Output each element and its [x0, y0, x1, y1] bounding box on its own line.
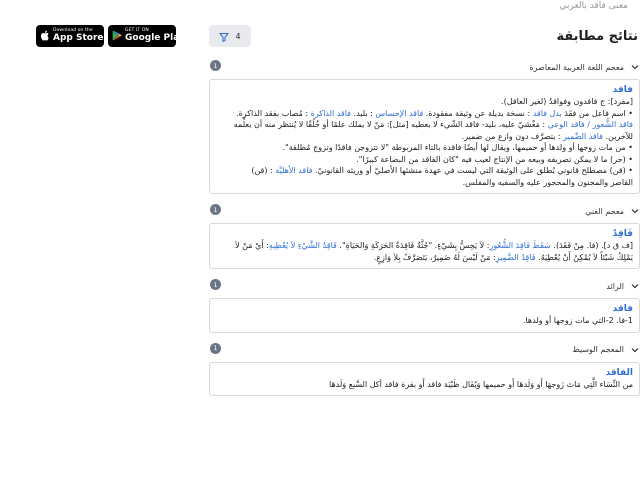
- section-toggle[interactable]: الرائد 1: [209, 278, 640, 294]
- related-term-link[interactable]: فَاقِدُ الشَّيْءِ لاَ يُعْطِيهِ: [269, 241, 337, 250]
- chevron-down-icon: [631, 209, 639, 214]
- filter-count: 4: [235, 31, 241, 41]
- google-play-icon: [112, 30, 122, 43]
- definition-line: القاصر والمجنون والمحجور عليه والسفيه وا…: [462, 177, 633, 187]
- apple-icon: [40, 30, 50, 43]
- definition-line: [ف ق د]. (فا. مِنْ فَقَدَ). سَقَطَ فَاقِ…: [235, 241, 633, 250]
- definition-text: [مفرد]: ج فاقدون وفواقدُ (لغير العاقل). •…: [216, 96, 633, 188]
- definition-line: [مفرد]: ج فاقدون وفواقدُ (لغير العاقل).: [501, 97, 633, 106]
- filter-button[interactable]: 4: [209, 25, 251, 47]
- related-term-link[interactable]: فَاقِدُ الضَّمِيرِ: [496, 253, 536, 262]
- related-term-link[interactable]: فاقد الإحساس: [375, 109, 423, 118]
- definition-text: من النِّسَاء الَّتِي مَاتَ زَوجهَا أَو و…: [216, 379, 633, 391]
- definition-line: فاقد الشُّعور / فاقد الوعي : مَغْشيّ علي…: [233, 120, 633, 129]
- section-title: معجم اللغة العربية المعاصرة: [529, 62, 624, 72]
- chevron-down-icon: [631, 284, 639, 289]
- search-hint-text: معنى فاقد بالعربي: [559, 1, 628, 11]
- page-title: نتائج مطابقة: [556, 28, 638, 44]
- related-term-link[interactable]: فاقد الضَّمير: [563, 132, 603, 141]
- entry-word: الفاقد: [605, 367, 633, 378]
- result-count-badge: 1: [210, 279, 221, 290]
- definition-card: فاقد 1-فا. 2-التي مات زوجها أو ولدها.: [209, 298, 640, 333]
- chevron-down-icon: [631, 65, 639, 70]
- app-store-badges: Download on the App Store GET IT ON Goog…: [36, 25, 185, 47]
- related-term-link[interactable]: سَقَطَ فَاقِدَ الشُّعُورِ: [489, 241, 550, 250]
- definition-line: 1-فا. 2-التي مات زوجها أو ولدها.: [522, 316, 633, 325]
- google-play-label: Google Play: [125, 33, 185, 44]
- definition-card: فاقد [مفرد]: ج فاقدون وفواقدُ (لغير العا…: [209, 79, 640, 194]
- definition-text: 1-فا. 2-التي مات زوجها أو ولدها.: [216, 315, 633, 327]
- definition-line: • اسم فاعل من فقَدَ بدل فاقد : نسخة بديل…: [236, 108, 633, 118]
- dictionary-section: معجم اللغة العربية المعاصرة 1 فاقد [مفرد…: [209, 59, 640, 194]
- google-play-button[interactable]: GET IT ON Google Play: [108, 25, 185, 47]
- result-count-badge: 1: [210, 60, 221, 71]
- entry-word: فَاقِدٌ: [612, 229, 633, 239]
- results-panel: نتائج مطابقة 4 معجم اللغة العربية المعاص…: [209, 22, 640, 396]
- app-store-label: App Store: [53, 33, 104, 44]
- definition-card: فَاقِدٌ [ف ق د]. (فا. مِنْ فَقَدَ). سَقَ…: [209, 223, 640, 269]
- definition-card: الفاقد من النِّسَاء الَّتِي مَاتَ زَوجهَ…: [209, 361, 640, 396]
- related-term-link[interactable]: بدل فاقد: [533, 109, 562, 118]
- dictionary-section: معجم الغني 1 فَاقِدٌ [ف ق د]. (فا. مِنْ …: [209, 203, 640, 269]
- definition-line: • من مات زوجها أو ولدها أو حميمها، ويقال…: [282, 143, 633, 152]
- definition-line: يَمْلِكُ شَيْئاً لاَ يُمْكِنُ أَنْ يُعْط…: [373, 252, 633, 262]
- definition-line: • (قن) مصطلح قانوني يُطلق على الوثيقة ال…: [251, 166, 633, 175]
- related-term-link[interactable]: فاقد الذاكرة: [311, 109, 351, 118]
- entry-word: فاقد: [612, 85, 633, 95]
- related-term-link[interactable]: فاقد الشُّعور / فاقد الوعي: [548, 120, 633, 129]
- definition-line: من النِّسَاء الَّتِي مَاتَ زَوجهَا أَو و…: [329, 379, 633, 389]
- dictionary-section: المعجم الوسيط 1 الفاقد من النِّسَاء الَّ…: [209, 342, 640, 396]
- result-count-badge: 1: [210, 204, 221, 215]
- section-toggle[interactable]: معجم الغني 1: [209, 203, 640, 219]
- dictionary-section: الرائد 1 فاقد 1-فا. 2-التي مات زوجها أو …: [209, 278, 640, 333]
- section-toggle[interactable]: معجم اللغة العربية المعاصرة 1: [209, 59, 640, 75]
- related-term-link[interactable]: فاقد الأهليَّة: [275, 166, 312, 175]
- app-store-button[interactable]: Download on the App Store: [36, 25, 104, 47]
- results-header: نتائج مطابقة 4: [209, 22, 640, 50]
- filter-icon: [219, 27, 230, 46]
- definition-line: للآخرين. فاقد الضَّمير : يتصرَّف دون واز…: [461, 131, 633, 141]
- result-count-badge: 1: [210, 342, 221, 354]
- entry-word: فاقد: [612, 304, 633, 314]
- chevron-down-icon: [631, 347, 639, 352]
- section-toggle[interactable]: المعجم الوسيط 1: [209, 342, 640, 358]
- definition-line: • (جر) ما لا يمكن تصريفه وبيعه من الإنتا…: [356, 154, 633, 164]
- definition-text: [ف ق د]. (فا. مِنْ فَقَدَ). سَقَطَ فَاقِ…: [216, 240, 633, 263]
